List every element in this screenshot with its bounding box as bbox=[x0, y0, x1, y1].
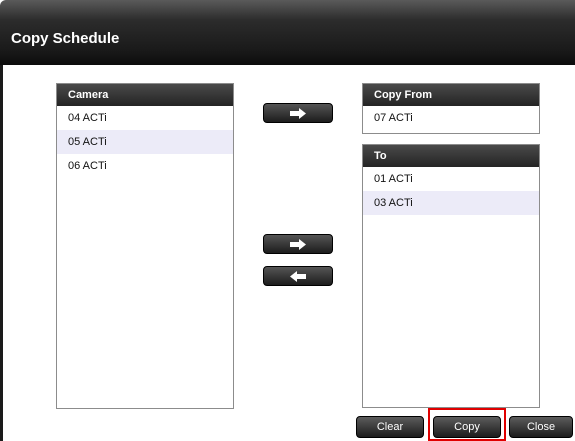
copy-schedule-dialog: Copy Schedule Camera 04 ACTi 05 ACTi 06 … bbox=[0, 0, 575, 441]
arrow-left-icon bbox=[290, 271, 306, 282]
to-panel: To 01 ACTi 03 ACTi bbox=[362, 144, 540, 408]
copy-from-panel: Copy From 07 ACTi bbox=[362, 83, 540, 134]
dialog-titlebar: Copy Schedule bbox=[0, 0, 575, 65]
camera-list-header: Camera bbox=[57, 84, 233, 106]
close-button[interactable]: Close bbox=[509, 416, 573, 438]
move-to-to-button[interactable] bbox=[263, 234, 333, 254]
arrow-right-icon bbox=[290, 108, 306, 119]
to-header: To bbox=[363, 145, 539, 167]
arrow-right-icon bbox=[290, 239, 306, 250]
camera-list-item[interactable]: 06 ACTi bbox=[57, 154, 233, 178]
camera-list-panel: Camera 04 ACTi 05 ACTi 06 ACTi bbox=[56, 83, 234, 409]
dialog-title: Copy Schedule bbox=[11, 30, 120, 47]
clear-button[interactable]: Clear bbox=[356, 416, 424, 438]
to-list-item[interactable]: 03 ACTi bbox=[363, 191, 539, 215]
camera-list-item[interactable]: 05 ACTi bbox=[57, 130, 233, 154]
camera-list-item[interactable]: 04 ACTi bbox=[57, 106, 233, 130]
dialog-left-border bbox=[0, 65, 3, 441]
copy-from-header: Copy From bbox=[363, 84, 539, 106]
to-list-item[interactable]: 01 ACTi bbox=[363, 167, 539, 191]
copy-from-item[interactable]: 07 ACTi bbox=[363, 106, 539, 130]
move-back-button[interactable] bbox=[263, 266, 333, 286]
copy-button-highlight bbox=[428, 408, 506, 441]
move-to-copy-from-button[interactable] bbox=[263, 103, 333, 123]
